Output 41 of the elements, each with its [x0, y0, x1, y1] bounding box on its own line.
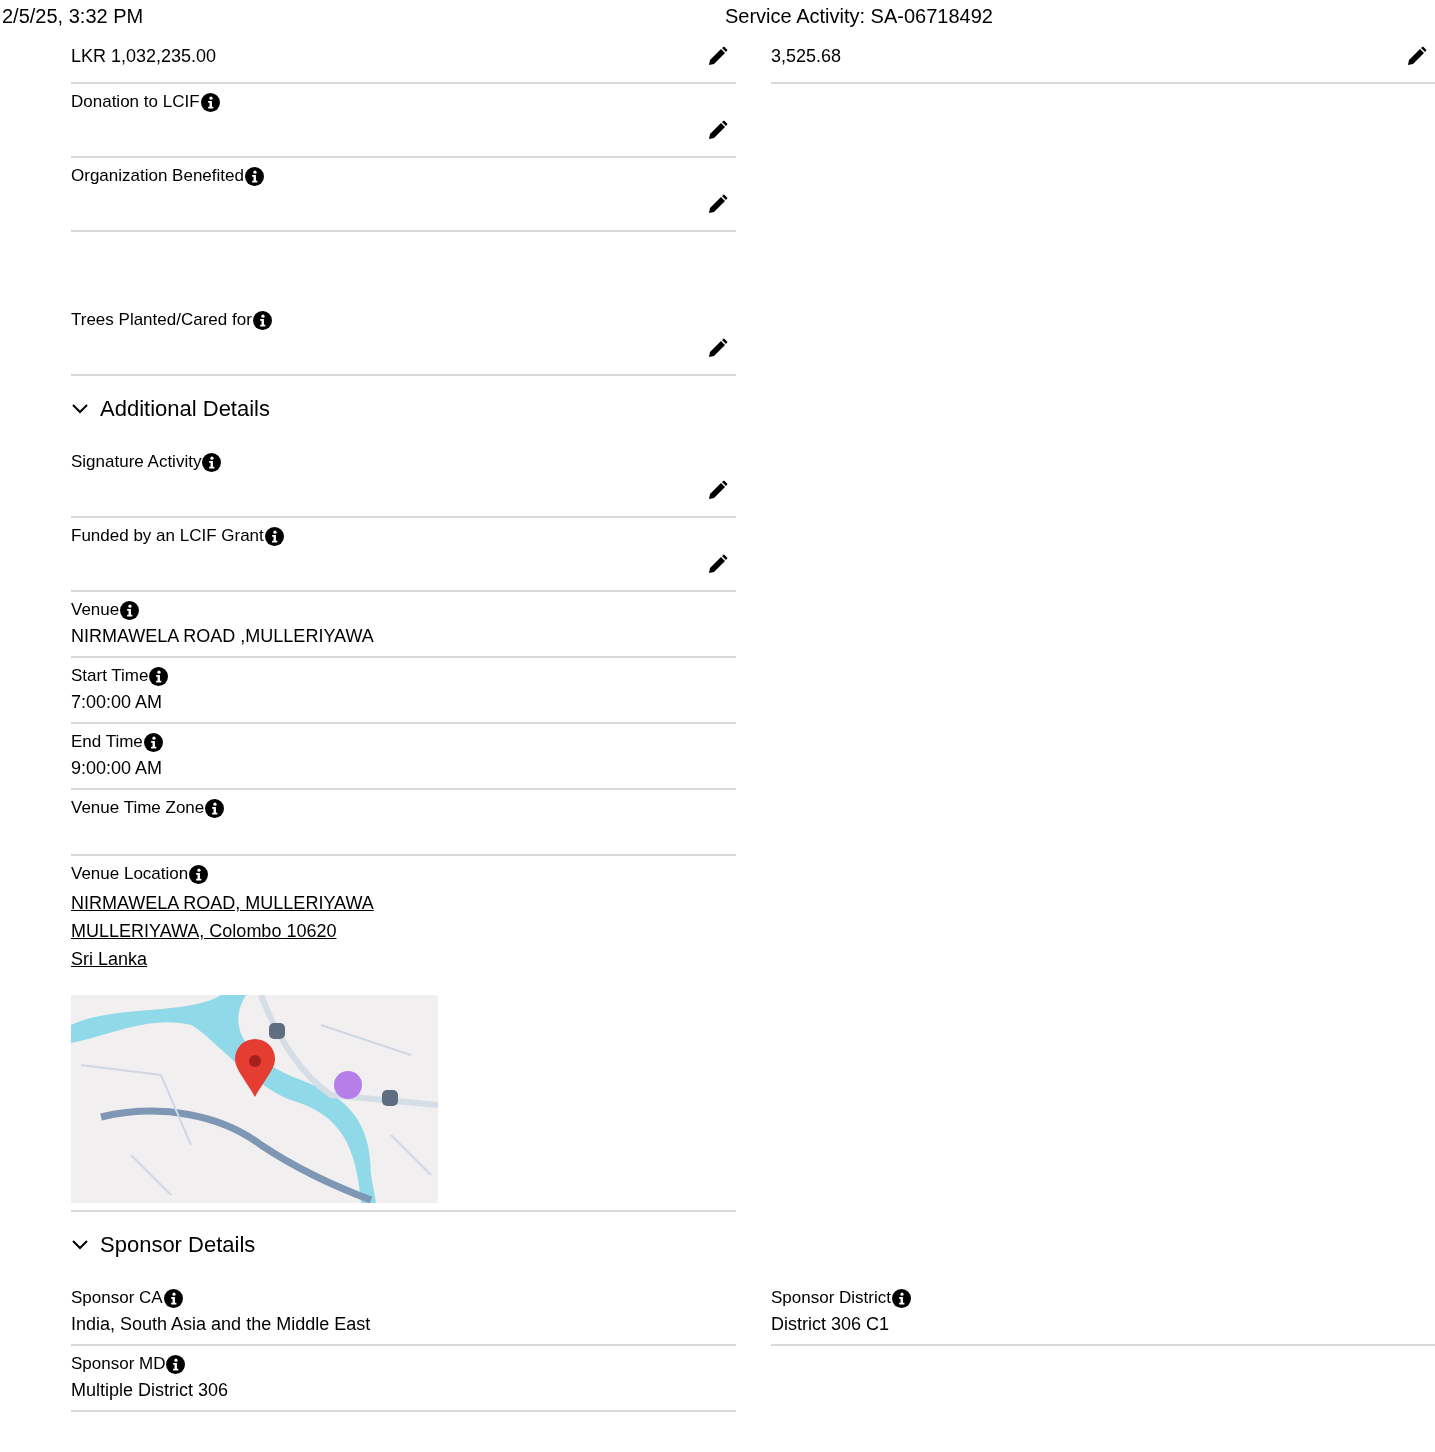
- field-label: Organization Benefited: [71, 166, 244, 186]
- section-header[interactable]: Sponsor Details: [71, 1212, 736, 1280]
- info-icon[interactable]: [166, 1354, 186, 1374]
- field-label: Sponsor District: [771, 1288, 891, 1308]
- field-label: Sponsor MD: [71, 1354, 166, 1374]
- info-icon[interactable]: [264, 526, 284, 546]
- field-label: Funded by an LCIF Grant: [71, 526, 264, 546]
- info-icon[interactable]: [252, 310, 272, 330]
- page-title: Service Activity: SA-06718492: [725, 4, 994, 28]
- info-icon[interactable]: [202, 452, 222, 472]
- field-label: Trees Planted/Cared for: [71, 310, 252, 330]
- info-icon[interactable]: [244, 166, 264, 186]
- field-label: Sponsor CA: [71, 1288, 163, 1308]
- field-label: Donation to LCIF: [71, 92, 200, 112]
- info-icon[interactable]: [163, 1288, 183, 1308]
- info-icon[interactable]: [120, 600, 140, 620]
- info-icon[interactable]: [892, 1288, 911, 1308]
- field-label: Venue Time Zone: [71, 798, 205, 818]
- info-icon[interactable]: [189, 864, 209, 884]
- address-link[interactable]: Sri Lanka: [71, 945, 148, 973]
- info-icon[interactable]: [149, 666, 169, 686]
- field-label: Venue Location: [71, 864, 189, 884]
- field-value: NIRMAWELA ROAD ,MULLERIYAWA: [71, 625, 374, 647]
- field-label: Venue: [71, 600, 120, 620]
- info-icon[interactable]: [143, 732, 163, 752]
- field-value: District 306 C1: [771, 1313, 890, 1335]
- info-icon[interactable]: [205, 798, 225, 818]
- field-label: Start Time: [71, 666, 149, 686]
- info-icon[interactable]: [200, 92, 220, 112]
- field-value: 3,525.68: [771, 45, 842, 67]
- field-label: Signature Activity: [71, 452, 202, 472]
- field-value: India, South Asia and the Middle East: [71, 1313, 371, 1335]
- address-link[interactable]: NIRMAWELA ROAD, MULLERIYAWA: [71, 889, 374, 917]
- field-value: 7:00:00 AM: [71, 691, 163, 713]
- print-date: 2/5/25, 3:32 PM: [1, 4, 145, 28]
- field-value: 9:00:00 AM: [71, 757, 163, 779]
- field-label: End Time: [71, 732, 143, 752]
- section-header[interactable]: Additional Details: [71, 376, 736, 444]
- field-value: LKR 1,032,235.00: [71, 45, 217, 67]
- field-value: Multiple District 306: [71, 1379, 229, 1401]
- address-link[interactable]: MULLERIYAWA, Colombo 10620: [71, 917, 337, 945]
